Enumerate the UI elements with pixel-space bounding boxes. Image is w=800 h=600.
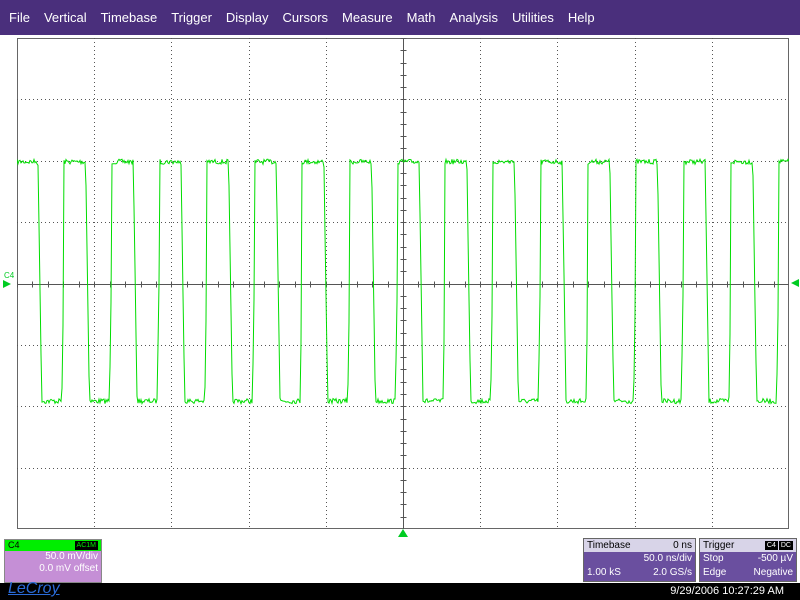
menu-math[interactable]: Math (400, 0, 443, 35)
trigger-level: -500 µV (757, 553, 793, 564)
trigger-row-1: Stop -500 µV (700, 552, 796, 566)
timebase-samples: 1.00 kS (587, 567, 621, 578)
brand-logo: LeCroy (8, 580, 60, 597)
timebase-row-1: 50.0 ns/div (584, 552, 695, 566)
timebase-delay: 0 ns (673, 540, 692, 551)
timebase-header: Timebase 0 ns (584, 539, 695, 552)
channel-descriptor-box[interactable]: C4 AC1M 50.0 mV/div 0.0 mV offset (4, 539, 102, 583)
menu-vertical[interactable]: Vertical (37, 0, 94, 35)
menu-display[interactable]: Display (219, 0, 276, 35)
channel-ground-marker-icon[interactable] (3, 280, 11, 288)
trigger-row-2: Edge Negative (700, 566, 796, 580)
menu-bar: File Vertical Timebase Trigger Display C… (0, 0, 800, 35)
timebase-scale: 50.0 ns/div (643, 553, 692, 564)
trigger-type: Edge (703, 567, 727, 578)
menu-help[interactable]: Help (561, 0, 602, 35)
timebase-row-2: 1.00 kS 2.0 GS/s (584, 566, 695, 580)
status-bar: LeCroy 9/29/2006 10:27:29 AM (0, 580, 800, 600)
channel-name: C4 (8, 540, 20, 550)
menu-file[interactable]: File (0, 0, 37, 35)
timebase-title: Timebase (587, 540, 631, 551)
trigger-header: Trigger C4 DC (700, 539, 796, 552)
menu-analysis[interactable]: Analysis (443, 0, 505, 35)
channel-offset: 0.0 mV offset (39, 563, 98, 574)
timestamp: 9/29/2006 10:27:29 AM (670, 585, 784, 597)
waveform-grid[interactable] (17, 38, 789, 529)
menu-timebase[interactable]: Timebase (94, 0, 165, 35)
timebase-descriptor-box[interactable]: Timebase 0 ns 50.0 ns/div 1.00 kS 2.0 GS… (583, 538, 696, 582)
timebase-rate: 2.0 GS/s (653, 567, 692, 578)
trigger-coupling-badge: DC (778, 541, 793, 550)
trigger-source-badge: C4 (764, 541, 778, 550)
trace-channel-label: C4 (4, 271, 15, 280)
trigger-level-marker-icon[interactable] (791, 279, 799, 287)
trigger-descriptor-box[interactable]: Trigger C4 DC Stop -500 µV Edge Negative (699, 538, 797, 582)
menu-cursors[interactable]: Cursors (276, 0, 336, 35)
channel-coupling-badge: AC1M (74, 541, 98, 550)
channel-box-header: C4 AC1M (5, 540, 101, 551)
trigger-badges: C4 DC (764, 539, 793, 552)
trigger-mode: Stop (703, 553, 724, 564)
menu-measure[interactable]: Measure (335, 0, 400, 35)
trigger-position-marker-icon[interactable] (398, 529, 408, 537)
trigger-title: Trigger (703, 540, 735, 551)
trigger-slope: Negative (753, 567, 793, 578)
channel-scale: 50.0 mV/div (45, 551, 98, 562)
menu-utilities[interactable]: Utilities (505, 0, 561, 35)
menu-trigger[interactable]: Trigger (164, 0, 219, 35)
